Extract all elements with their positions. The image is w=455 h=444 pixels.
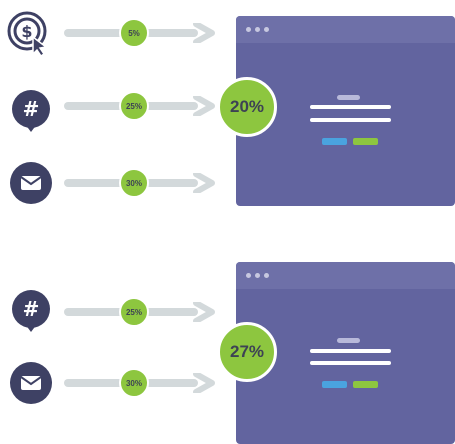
window-dot — [255, 273, 260, 278]
channel-rate-badge: 30% — [119, 168, 149, 198]
channel-rate-badge: 5% — [119, 18, 149, 48]
conversion-rate-badge: 20% — [217, 77, 277, 137]
cta-button-blue — [322, 381, 347, 388]
cta-button-blue — [322, 138, 347, 145]
hashtag-chat-icon: # — [8, 88, 54, 134]
svg-text:$: $ — [21, 22, 32, 41]
window-dot — [264, 273, 269, 278]
svg-text:#: # — [23, 97, 40, 121]
envelope-icon — [8, 360, 54, 406]
heading-line — [337, 95, 360, 100]
svg-text:#: # — [23, 297, 40, 321]
window-dot — [246, 27, 251, 32]
text-line — [310, 105, 391, 109]
cta-button-green — [353, 381, 378, 388]
conversion-rate-badge: 27% — [217, 322, 277, 382]
text-line — [310, 361, 391, 365]
channel-rate-badge: 30% — [119, 368, 149, 398]
envelope-icon — [8, 160, 54, 206]
dollar-cursor-icon: $ — [6, 10, 52, 56]
window-dot — [255, 27, 260, 32]
channel-rate-badge: 25% — [119, 297, 149, 327]
heading-line — [337, 338, 360, 343]
window-dot — [246, 273, 251, 278]
channel-rate-badge: 25% — [119, 91, 149, 121]
text-line — [310, 118, 391, 122]
window-dot — [264, 27, 269, 32]
hashtag-chat-icon: # — [8, 288, 54, 334]
cta-button-green — [353, 138, 378, 145]
text-line — [310, 349, 391, 353]
